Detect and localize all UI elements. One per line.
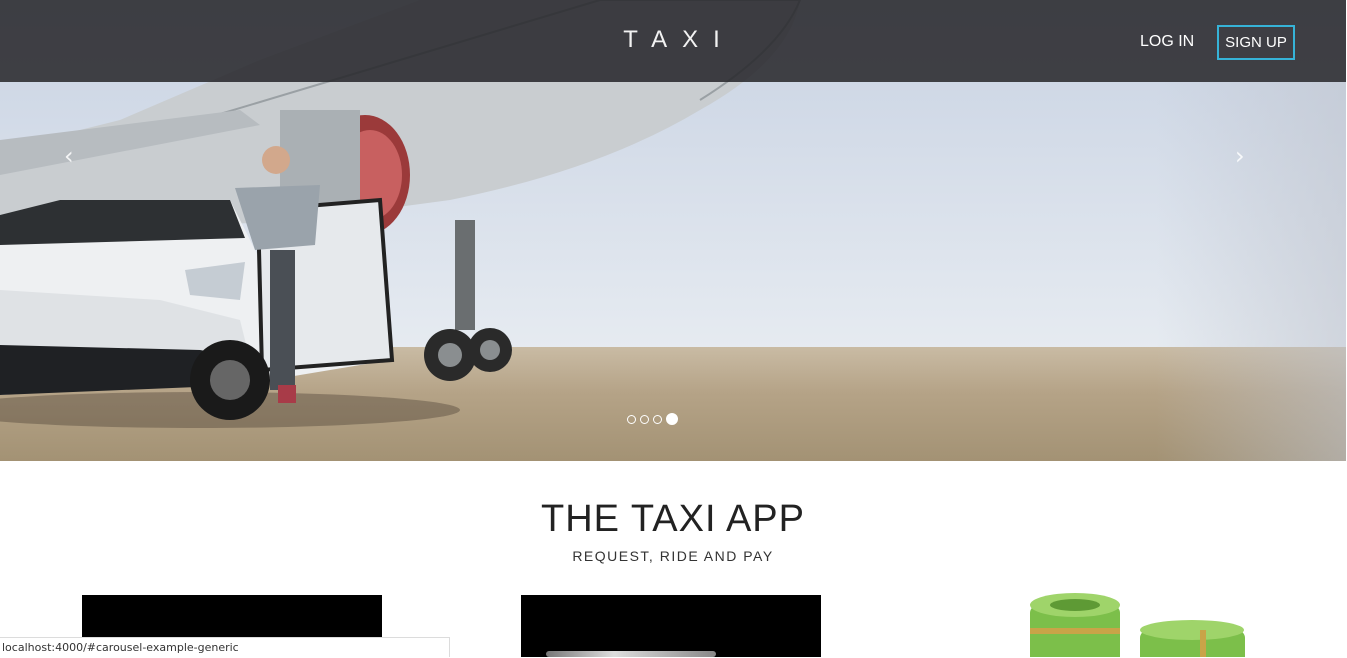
navbar: TAXI LOG IN SIGN UP [0,0,1346,82]
page-title: THE TAXI APP [540,498,805,540]
money-roll-icon [1140,620,1245,657]
feature-image-ride [521,595,821,657]
chevron-left-icon: ‹ [64,142,74,170]
signup-button[interactable]: SIGN UP [1217,25,1295,60]
carousel-next-button[interactable]: › [1235,142,1245,170]
browser-status-url: localhost:4000/#carousel-example-generic [0,637,450,657]
page-subtitle: REQUEST, RIDE AND PAY [572,548,774,564]
car-streak [546,651,716,657]
carousel-prev-button[interactable]: ‹ [64,142,74,170]
carousel-indicators [627,413,678,425]
login-link[interactable]: LOG IN [1140,33,1194,51]
money-rolls-image [1030,593,1245,657]
chevron-right-icon: › [1235,142,1245,170]
carousel-indicator-1[interactable] [627,414,636,424]
carousel-indicator-3[interactable] [653,414,662,424]
carousel-indicator-2[interactable] [640,414,649,424]
carousel-indicator-4[interactable] [666,413,678,425]
hero-carousel: TAXI LOG IN SIGN UP ‹ › [0,0,1346,461]
money-roll-icon [1030,593,1120,657]
